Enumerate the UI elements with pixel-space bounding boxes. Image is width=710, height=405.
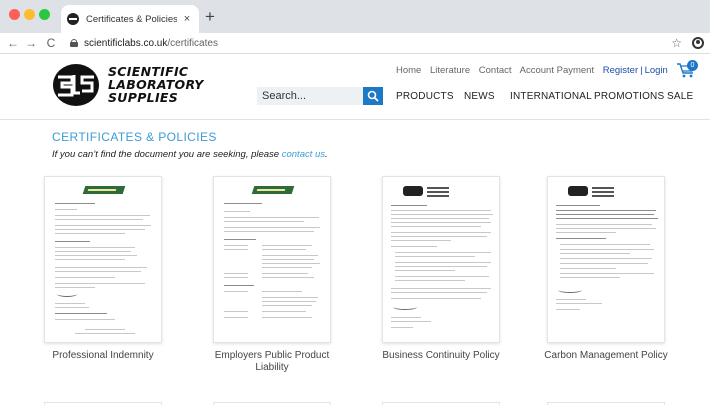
header-divider [0, 119, 710, 120]
site-favicon-icon [67, 13, 79, 25]
url-text: scientificlabs.co.uk/certificates [84, 38, 218, 49]
minimize-window-button[interactable] [24, 9, 35, 20]
tab-close-icon[interactable]: × [181, 13, 193, 25]
reload-button[interactable]: C [42, 36, 60, 50]
hint-text: If you can’t find the document you are s… [52, 149, 280, 160]
document-card[interactable]: Professional Indemnity [44, 176, 162, 362]
document-title[interactable]: Employers Public Product Liability [197, 350, 347, 373]
cart-button[interactable]: 0 [676, 60, 700, 79]
search-button[interactable] [363, 87, 383, 105]
nav-products[interactable]: PRODUCTS [396, 91, 454, 102]
browser-tab-bar: Certificates & Policies | (SLS) | × + [0, 0, 710, 33]
document-title[interactable]: Carbon Management Policy [531, 350, 681, 362]
link-separator: | [640, 65, 643, 76]
nav-sale[interactable]: SALE [667, 91, 693, 102]
sls-logo-icon [53, 64, 99, 106]
top-links: Home Literature Contact Account Payment … [396, 65, 674, 76]
search-form [257, 87, 383, 105]
document-title[interactable]: Business Continuity Policy [366, 350, 516, 362]
document-card[interactable]: Employers Public Product Liability [213, 176, 331, 373]
cart-count-badge: 0 [687, 60, 698, 71]
hint-suffix: . [325, 149, 328, 160]
signature-icon [558, 287, 582, 293]
register-link[interactable]: Register [603, 65, 638, 76]
maximize-window-button[interactable] [39, 9, 50, 20]
profile-icon[interactable] [692, 37, 704, 49]
address-bar: ← → C scientificlabs.co.uk/certificates … [0, 33, 710, 54]
signature-icon [57, 291, 77, 297]
page-hint: If you can’t find the document you are s… [52, 149, 328, 160]
browser-tab[interactable]: Certificates & Policies | (SLS) | × [61, 5, 199, 33]
site-logo[interactable]: SCIENTIFIC LABORATORY SUPPLIES [52, 63, 252, 111]
contact-us-link[interactable]: contact us [282, 149, 325, 160]
sls-mini-logo-icon [568, 186, 588, 196]
url-field[interactable]: scientificlabs.co.uk/certificates [70, 38, 671, 49]
search-icon [367, 90, 379, 102]
url-path: /certificates [167, 37, 218, 49]
document-thumbnail[interactable] [382, 176, 500, 343]
bookmark-star-icon[interactable]: ☆ [671, 36, 682, 50]
nav-international[interactable]: INTERNATIONAL [510, 91, 592, 102]
document-card[interactable]: Carbon Management Policy [544, 176, 668, 362]
url-domain: scientificlabs.co.uk [84, 37, 168, 49]
contact-link[interactable]: Contact [479, 65, 512, 76]
signature-icon [393, 304, 417, 310]
nav-news[interactable]: NEWS [464, 91, 495, 102]
close-window-button[interactable] [9, 9, 20, 20]
document-thumbnail[interactable] [547, 176, 665, 343]
nav-promotions[interactable]: PROMOTIONS [594, 91, 664, 102]
insurer-banner-icon [82, 186, 126, 194]
home-link[interactable]: Home [396, 65, 421, 76]
document-thumbnail[interactable] [44, 176, 162, 343]
page-title: CERTIFICATES & POLICIES [52, 130, 217, 144]
literature-link[interactable]: Literature [430, 65, 470, 76]
new-tab-button[interactable]: + [205, 7, 215, 27]
brand-name: SCIENTIFIC LABORATORY SUPPLIES [108, 65, 204, 104]
account-payment-link[interactable]: Account Payment [520, 65, 594, 76]
search-input[interactable] [257, 87, 363, 105]
back-button[interactable]: ← [4, 36, 22, 50]
forward-button[interactable]: → [22, 36, 40, 50]
sls-mini-logo-icon [403, 186, 423, 196]
document-card[interactable]: Business Continuity Policy [382, 176, 500, 362]
insurer-banner-icon [251, 186, 295, 194]
brand-line-3: SUPPLIES [108, 90, 179, 105]
lock-icon [70, 39, 78, 47]
document-thumbnail[interactable] [213, 176, 331, 343]
login-link[interactable]: Login [645, 65, 668, 76]
tab-title: Certificates & Policies | (SLS) | [86, 13, 177, 25]
document-title[interactable]: Professional Indemnity [28, 350, 178, 362]
